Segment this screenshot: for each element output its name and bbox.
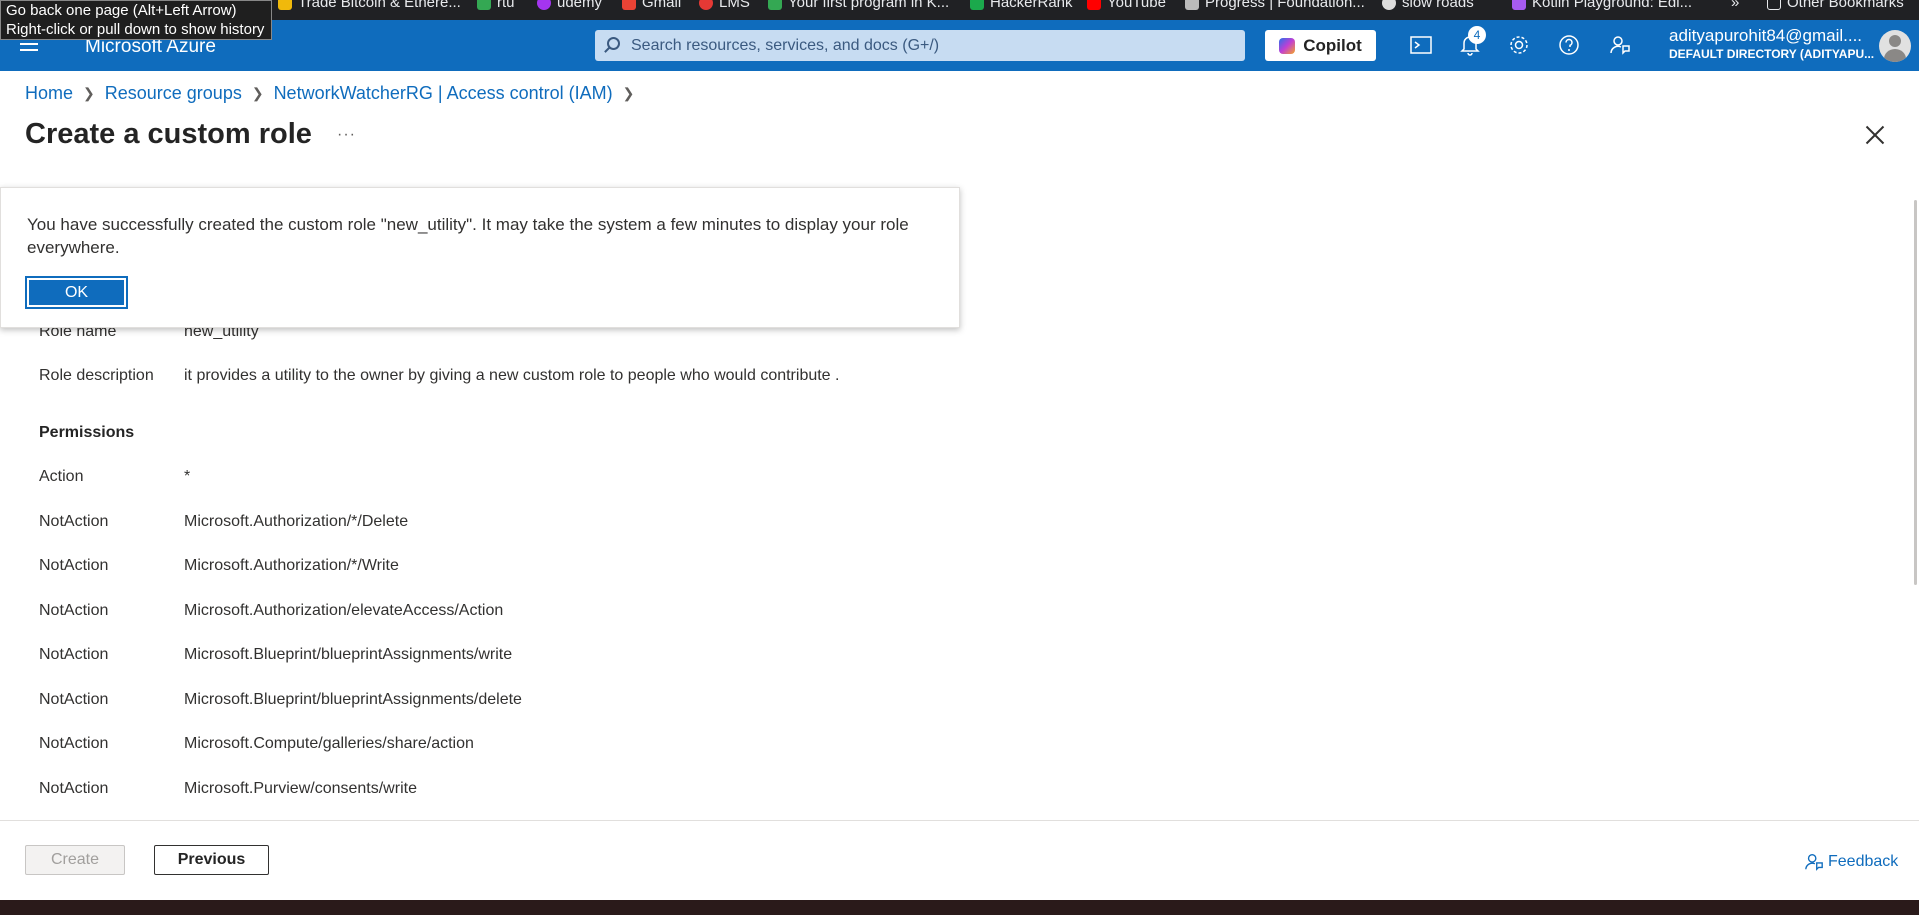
bookmark-item[interactable]: slow roads — [1382, 0, 1474, 13]
close-icon[interactable] — [1865, 125, 1885, 145]
settings-gear-icon[interactable] — [1506, 32, 1532, 58]
role-description-row: Role description it provides a utility t… — [39, 367, 839, 385]
bookmark-item[interactable]: Kotlin Playground: Edi... — [1512, 0, 1692, 13]
bookmark-item[interactable]: LMS — [699, 0, 750, 13]
vertical-scrollbar[interactable] — [1914, 200, 1917, 585]
copilot-button[interactable]: Copilot — [1265, 30, 1376, 61]
permission-value: Microsoft.Blueprint/blueprintAssignments… — [184, 691, 522, 708]
role-description-value: it provides a utility to the owner by gi… — [184, 367, 840, 384]
permissions-heading: Permissions — [39, 424, 135, 441]
permission-type: Action — [39, 468, 84, 485]
bookmarks-bar: Trade Bitcoin & Ethere... rtu udemy Gmai… — [0, 0, 1919, 20]
bookmark-item[interactable]: Progress | Foundation... — [1185, 0, 1365, 13]
permission-row: NotAction Microsoft.Authorization/*/Writ… — [39, 557, 399, 575]
folder-icon — [1767, 0, 1781, 10]
role-description-label: Role description — [39, 367, 154, 384]
taskbar — [0, 900, 1919, 915]
bookmark-icon — [278, 0, 292, 10]
permission-type: NotAction — [39, 735, 109, 752]
cloud-shell-icon[interactable] — [1408, 32, 1434, 58]
create-button[interactable]: Create — [25, 845, 125, 875]
permission-value: Microsoft.Authorization/elevateAccess/Ac… — [184, 602, 504, 619]
permission-value: Microsoft.Purview/consents/write — [184, 780, 417, 797]
permission-type: NotAction — [39, 646, 109, 663]
search-input[interactable]: Search resources, services, and docs (G+… — [595, 30, 1245, 61]
permission-value: Microsoft.Authorization/*/Delete — [184, 513, 409, 530]
user-directory: DEFAULT DIRECTORY (ADITYAPU... — [1669, 47, 1875, 61]
copilot-icon — [1279, 37, 1296, 54]
breadcrumb-resource-groups[interactable]: Resource groups — [105, 83, 242, 104]
breadcrumb-iam[interactable]: NetworkWatcherRG | Access control (IAM) — [274, 83, 613, 104]
bookmark-icon — [768, 0, 782, 10]
account-menu[interactable]: adityapurohit84@gmail.... DEFAULT DIRECT… — [1669, 26, 1874, 61]
permission-row: NotAction Microsoft.Authorization/elevat… — [39, 602, 503, 620]
permission-type: NotAction — [39, 602, 109, 619]
previous-button[interactable]: Previous — [154, 845, 269, 875]
permission-type: NotAction — [39, 557, 109, 574]
chevron-right-icon: ❯ — [251, 85, 264, 101]
azure-header: Microsoft Azure Search resources, servic… — [0, 20, 1919, 71]
permission-value: Microsoft.Compute/galleries/share/action — [184, 735, 474, 752]
permission-value: Microsoft.Blueprint/blueprintAssignments… — [184, 646, 513, 663]
permission-row: NotAction Microsoft.Authorization/*/Dele… — [39, 513, 408, 531]
permission-type: NotAction — [39, 691, 109, 708]
permission-value: Microsoft.Authorization/*/Write — [184, 557, 399, 574]
breadcrumb: Home ❯ Resource groups ❯ NetworkWatcherR… — [25, 83, 634, 104]
other-bookmarks[interactable]: Other Bookmarks — [1767, 0, 1904, 13]
gmail-icon — [622, 0, 636, 10]
feedback-icon[interactable] — [1607, 32, 1633, 58]
permission-row: NotAction Microsoft.Purview/consents/wri… — [39, 780, 417, 798]
feedback-person-icon — [1805, 854, 1823, 871]
success-dialog: You have successfully created the custom… — [0, 187, 960, 328]
permission-value: * — [184, 468, 191, 485]
bookmark-icon — [537, 0, 551, 10]
bookmark-item[interactable]: YouTube — [1087, 0, 1166, 13]
notification-count-badge: 4 — [1468, 26, 1486, 44]
user-email: adityapurohit84@gmail.... — [1669, 26, 1863, 45]
more-options-icon[interactable]: ··· — [337, 126, 356, 144]
avatar[interactable] — [1879, 30, 1911, 62]
bookmark-icon — [699, 0, 713, 10]
permission-row: NotAction Microsoft.Compute/galleries/sh… — [39, 735, 474, 753]
bookmark-item[interactable]: HackerRank — [970, 0, 1073, 13]
bookmark-item[interactable]: udemy — [537, 0, 602, 13]
bookmark-item[interactable]: Gmail — [622, 0, 681, 13]
breadcrumb-home[interactable]: Home — [25, 83, 73, 104]
page-title: Create a custom role — [25, 118, 312, 150]
bookmark-item[interactable]: rtu — [477, 0, 515, 13]
search-icon — [607, 37, 620, 50]
chevron-right-icon: ❯ — [622, 85, 635, 101]
chevron-right-icon: ❯ — [83, 85, 95, 101]
youtube-icon — [1087, 0, 1101, 10]
back-button-tooltip: Go back one page (Alt+Left Arrow) Right-… — [0, 0, 272, 40]
bookmark-item[interactable]: Trade Bitcoin & Ethere... — [278, 0, 461, 13]
bookmark-icon — [1382, 0, 1396, 10]
permission-row: Action * — [39, 468, 190, 486]
footer-divider — [0, 820, 1919, 821]
ok-button[interactable]: OK — [25, 276, 128, 309]
permission-type: NotAction — [39, 513, 109, 530]
permission-type: NotAction — [39, 780, 109, 797]
bookmarks-overflow[interactable]: » — [1731, 0, 1739, 13]
permission-row: NotAction Microsoft.Blueprint/blueprintA… — [39, 691, 522, 709]
bookmark-item[interactable]: Your first program in K... — [768, 0, 949, 13]
help-icon[interactable] — [1556, 32, 1582, 58]
permission-row: NotAction Microsoft.Blueprint/blueprintA… — [39, 646, 512, 664]
hackerrank-icon — [970, 0, 984, 10]
bookmark-icon — [1185, 0, 1199, 10]
bookmark-icon — [477, 0, 491, 10]
dialog-message: You have successfully created the custom… — [27, 215, 909, 257]
kotlin-icon — [1512, 0, 1526, 10]
search-placeholder: Search resources, services, and docs (G+… — [631, 36, 940, 54]
feedback-link[interactable]: Feedback — [1804, 852, 1898, 872]
